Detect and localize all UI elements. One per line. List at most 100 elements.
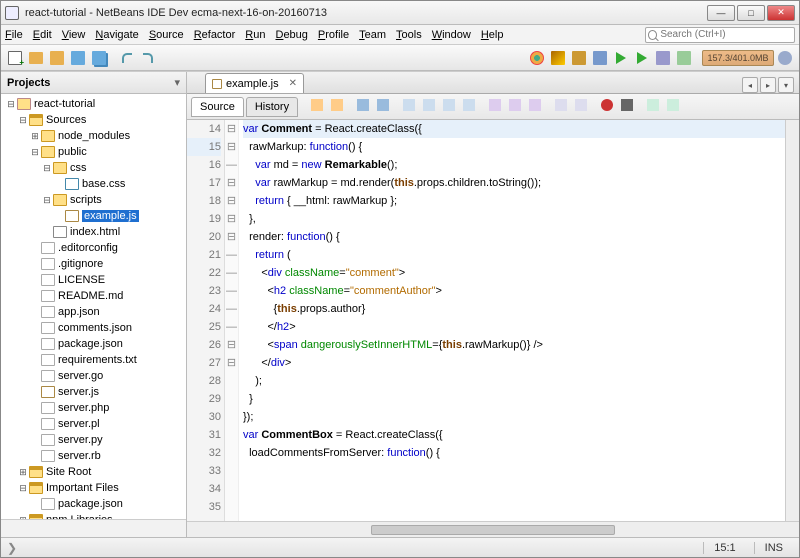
tree-node-requirements-txt[interactable]: requirements.txt [1,352,186,368]
code-text[interactable]: var Comment = React.createClass({ rawMar… [239,120,785,521]
tree-node-comments-json[interactable]: comments.json [1,320,186,336]
menu-edit[interactable]: Edit [33,29,52,41]
tree-node-sources[interactable]: ⊟Sources [1,112,186,128]
source-view-tab[interactable]: Source [191,97,244,117]
tree-node-site-root[interactable]: ⊞Site Root [1,464,186,480]
tree-node-server-js[interactable]: server.js [1,384,186,400]
tree-tool-3[interactable] [37,523,49,535]
menu-profile[interactable]: Profile [318,29,349,41]
code-editor[interactable]: 1415161718192021222324252627282930313233… [187,120,799,521]
tree-twisty[interactable]: ⊟ [41,194,53,206]
redo-button[interactable] [138,48,158,68]
menu-window[interactable]: Window [432,29,471,41]
search-input[interactable] [660,29,792,40]
tree-node-server-go[interactable]: server.go [1,368,186,384]
tree-node--gitignore[interactable]: .gitignore [1,256,186,272]
new-project-button[interactable] [26,48,46,68]
clean-button[interactable] [590,48,610,68]
tree-node-server-rb[interactable]: server.rb [1,448,186,464]
profile-button[interactable] [653,48,673,68]
comment-button[interactable] [644,98,662,116]
attach-button[interactable] [674,48,694,68]
tree-node--editorconfig[interactable]: .editorconfig [1,240,186,256]
menu-view[interactable]: View [62,29,86,41]
tree-node-app-json[interactable]: app.json [1,304,186,320]
tree-tool-1[interactable] [5,523,17,535]
find-prev-button[interactable] [400,98,418,116]
search-box[interactable] [645,27,795,43]
tree-node-index-html[interactable]: index.html [1,224,186,240]
output-toggle-icon[interactable]: ❯ [7,541,17,555]
open-button[interactable] [47,48,67,68]
tree-node-base-css[interactable]: base.css [1,176,186,192]
tree-node-package-json[interactable]: package.json [1,336,186,352]
nav-fwd-button[interactable] [374,98,392,116]
memory-indicator[interactable]: 157.3/401.0MB [702,50,774,66]
browser-icon[interactable] [527,48,547,68]
vertical-scrollbar[interactable] [785,120,799,521]
minimize-button[interactable]: — [707,5,735,21]
build-button[interactable] [569,48,589,68]
menu-refactor[interactable]: Refactor [194,29,236,41]
tab-scroll-left[interactable]: ◂ [742,77,758,93]
tree-twisty[interactable]: ⊟ [41,162,53,174]
editor-tool[interactable] [328,98,346,116]
gc-button[interactable] [775,48,795,68]
menu-debug[interactable]: Debug [275,29,307,41]
save-all-button[interactable] [89,48,109,68]
menu-run[interactable]: Run [245,29,265,41]
tree-twisty[interactable]: ⊟ [5,98,17,110]
menu-source[interactable]: Source [149,29,184,41]
bookmark-next-button[interactable] [506,98,524,116]
menu-team[interactable]: Team [359,29,386,41]
shift-right-button[interactable] [572,98,590,116]
project-tree[interactable]: ⊟react-tutorial⊟Sources⊞node_modules⊟pub… [1,94,186,519]
find-sel-button[interactable] [440,98,458,116]
editor-tool[interactable] [308,98,326,116]
shift-left-button[interactable] [552,98,570,116]
close-button[interactable]: ✕ [767,5,795,21]
macro-rec-button[interactable] [598,98,616,116]
tab-scroll-right[interactable]: ▸ [760,77,776,93]
tree-node-css[interactable]: ⊟css [1,160,186,176]
tab-list-button[interactable]: ▾ [778,77,794,93]
macro-stop-button[interactable] [618,98,636,116]
horizontal-scrollbar[interactable] [187,521,799,537]
save-button[interactable] [68,48,88,68]
tree-node-node-modules[interactable]: ⊞node_modules [1,128,186,144]
undo-button[interactable] [117,48,137,68]
tree-node-scripts[interactable]: ⊟scripts [1,192,186,208]
tree-node-package-json[interactable]: package.json [1,496,186,512]
tree-twisty[interactable]: ⊞ [29,130,41,142]
tree-node-react-tutorial[interactable]: ⊟react-tutorial [1,96,186,112]
fold-column[interactable]: ⊟⊟—⊟⊟⊟⊟—————⊟⊟ [225,120,239,521]
tree-node-public[interactable]: ⊟public [1,144,186,160]
projects-minimize-icon[interactable]: ▾ [174,76,180,89]
bookmark-prev-button[interactable] [486,98,504,116]
tree-twisty[interactable]: ⊟ [17,114,29,126]
tree-twisty[interactable]: ⊞ [17,466,29,478]
find-next-button[interactable] [420,98,438,116]
new-file-button[interactable] [5,48,25,68]
uncomment-button[interactable] [664,98,682,116]
menu-file[interactable]: File [5,29,23,41]
tree-twisty[interactable]: ⊟ [17,482,29,494]
run-button[interactable] [611,48,631,68]
wand-button[interactable] [548,48,568,68]
maximize-button[interactable]: □ [737,5,765,21]
tree-twisty[interactable]: ⊟ [29,146,41,158]
tree-node-server-php[interactable]: server.php [1,400,186,416]
tree-node-npm-libraries[interactable]: ⊞npm Libraries [1,512,186,519]
debug-button[interactable] [632,48,652,68]
nav-back-button[interactable] [354,98,372,116]
tree-node-server-py[interactable]: server.py [1,432,186,448]
toggle-hl-button[interactable] [460,98,478,116]
menu-navigate[interactable]: Navigate [95,29,138,41]
tree-node-important-files[interactable]: ⊟Important Files [1,480,186,496]
tree-node-server-pl[interactable]: server.pl [1,416,186,432]
menu-tools[interactable]: Tools [396,29,422,41]
close-tab-icon[interactable]: ✕ [289,78,297,89]
bookmark-toggle-button[interactable] [526,98,544,116]
menu-help[interactable]: Help [481,29,504,41]
tree-node-license[interactable]: LICENSE [1,272,186,288]
